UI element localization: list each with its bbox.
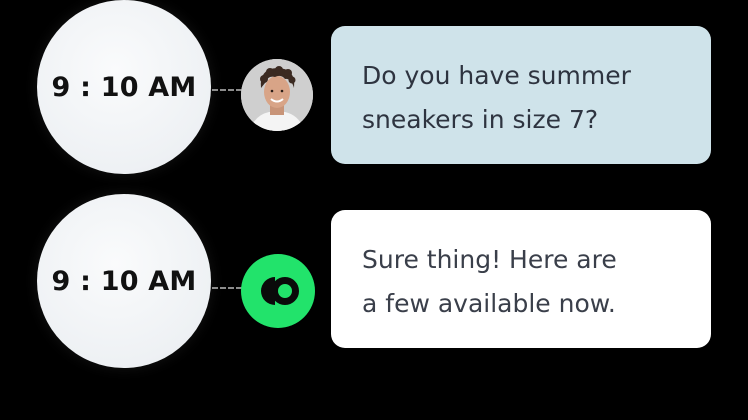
brand-logo-icon (241, 254, 315, 328)
dashed-connector (212, 287, 242, 289)
message-text-line: Do you have summer (362, 61, 631, 90)
message-row-brand: 9 : 10 AM Sure thing! Here are a few ava… (0, 190, 748, 368)
timestamp-badge: 9 : 10 AM (37, 0, 211, 174)
message-text-line: sneakers in size 7? (362, 105, 599, 134)
message-row-customer: 9 : 10 AM Do you have summer sneakers in… (0, 0, 748, 175)
timestamp-badge: 9 : 10 AM (37, 194, 211, 368)
customer-avatar (241, 59, 313, 131)
outgoing-message-bubble: Sure thing! Here are a few available now… (331, 210, 711, 348)
customer-photo-avatar-icon (241, 59, 313, 131)
dashed-connector (212, 89, 242, 91)
message-text-line: Sure thing! Here are (362, 245, 617, 274)
message-text-line: a few available now. (362, 289, 616, 318)
incoming-message-bubble: Do you have summer sneakers in size 7? (331, 26, 711, 164)
